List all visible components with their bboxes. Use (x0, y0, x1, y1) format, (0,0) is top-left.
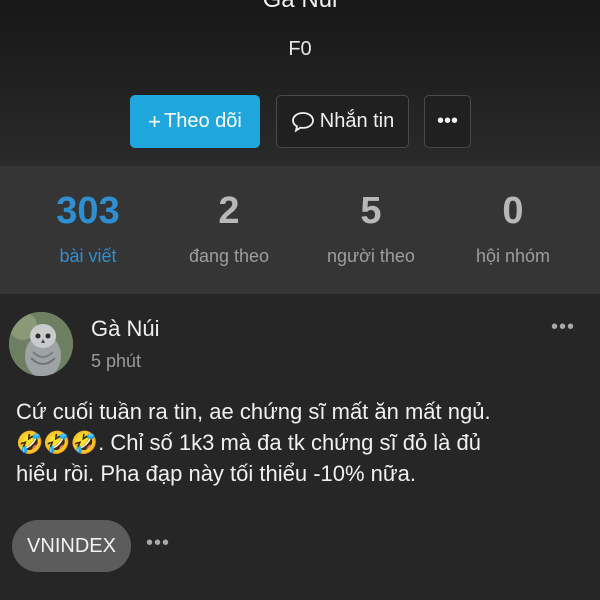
profile-subtitle: F0 (288, 38, 312, 60)
profile-header: Gà Núi F0 + Theo dõi Nhắn tin ••• (0, 0, 600, 166)
tag-chip-vnindex[interactable]: VNINDEX (12, 520, 131, 572)
stat-label: đang theo (188, 246, 270, 266)
post-more-button[interactable]: ••• (551, 316, 575, 339)
stat-label: bài viết (59, 246, 117, 266)
stat-following[interactable]: 2 đang theo (154, 166, 304, 294)
message-button[interactable]: Nhắn tin (276, 95, 409, 148)
profile-more-button[interactable]: ••• (424, 95, 471, 148)
message-button-label: Nhắn tin (319, 110, 395, 132)
plus-icon: + (148, 108, 161, 134)
stat-followers[interactable]: 5 người theo (296, 166, 446, 294)
profile-name: Gà Núi (0, 0, 600, 14)
stats-bar: 303 bài viết 2 đang theo 5 người theo 0 … (0, 166, 600, 294)
post-content: Cứ cuối tuần ra tin, ae chứng sĩ mất ăn … (16, 399, 491, 486)
stat-value: 0 (502, 190, 524, 232)
stat-value: 5 (360, 190, 382, 232)
avatar[interactable] (9, 312, 73, 376)
chat-bubble-icon (291, 111, 314, 132)
stat-label: người theo (327, 246, 415, 266)
stat-posts[interactable]: 303 bài viết (13, 166, 163, 294)
follow-button[interactable]: + Theo dõi (130, 95, 260, 148)
stat-value: 2 (218, 190, 240, 232)
post-timestamp: 5 phút (91, 351, 142, 371)
more-dots-icon: ••• (436, 110, 458, 132)
post-card: Gà Núi 5 phút ••• Cứ cuối tuần ra tin, a… (0, 294, 600, 600)
follow-button-label: Theo dõi (164, 110, 242, 132)
post-author-name[interactable]: Gà Núi (91, 316, 159, 342)
owl-avatar-image (9, 312, 73, 376)
tag-more-button[interactable]: ••• (146, 532, 170, 555)
stat-value: 303 (56, 190, 120, 232)
stat-groups[interactable]: 0 hội nhóm (438, 166, 588, 294)
stat-label: hội nhóm (475, 246, 551, 266)
